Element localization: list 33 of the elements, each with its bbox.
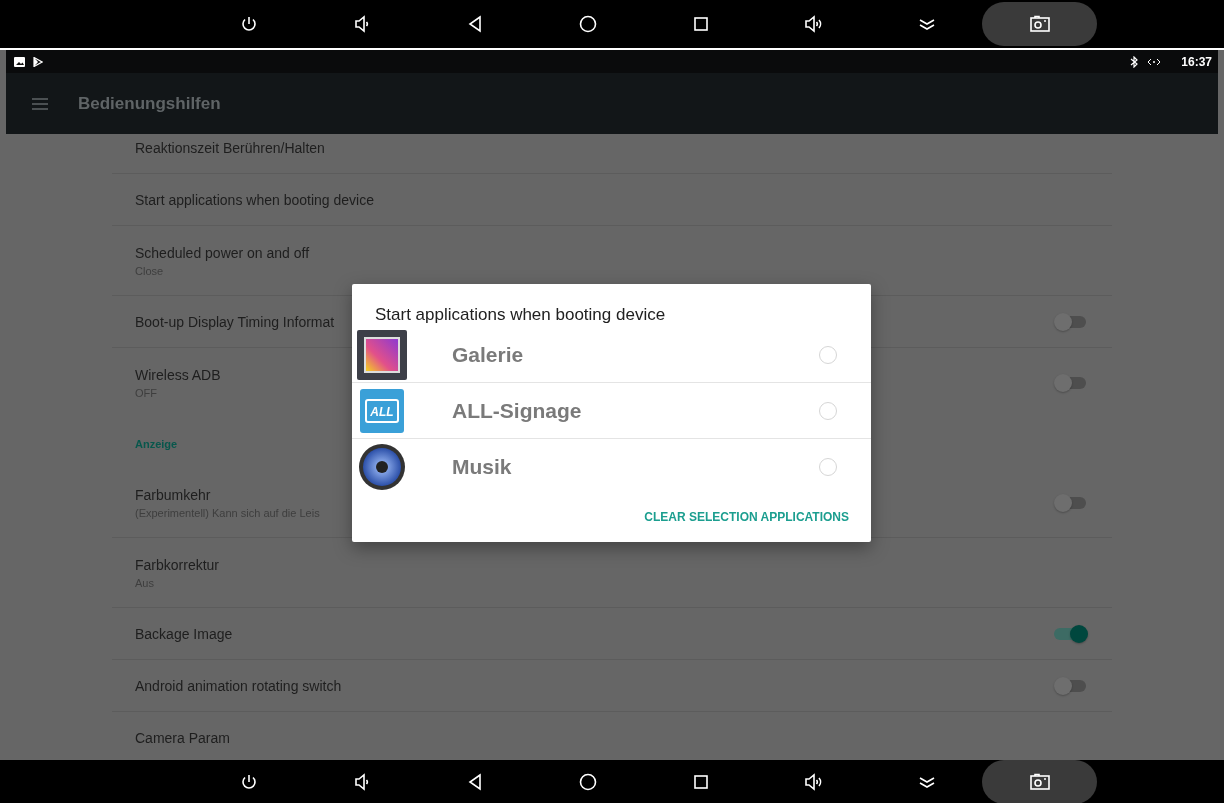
setting-title[interactable]: Scheduled power on and off bbox=[135, 244, 310, 261]
section-header: Anzeige bbox=[135, 438, 178, 450]
setting-title[interactable]: Android animation rotating switch bbox=[135, 677, 342, 694]
app-name: Musik bbox=[452, 454, 513, 479]
app-title: Bedienungshilfen bbox=[78, 93, 221, 114]
toggle-switch[interactable] bbox=[1054, 372, 1088, 394]
play-icon bbox=[33, 56, 43, 67]
screenshot-button[interactable] bbox=[982, 2, 1097, 46]
setting-title[interactable]: Start applications when booting device bbox=[135, 191, 374, 208]
image-icon bbox=[14, 56, 25, 67]
app-name: Galerie bbox=[452, 342, 525, 367]
setting-title[interactable]: Farbumkehr bbox=[135, 486, 211, 503]
app-name: ALL-Signage bbox=[452, 398, 583, 423]
screenshot-button[interactable] bbox=[982, 759, 1097, 803]
data-transfer-icon bbox=[1147, 56, 1162, 67]
app-option[interactable]: ALL ALL-Signage bbox=[352, 383, 871, 439]
setting-title[interactable]: Camera Param bbox=[135, 729, 230, 746]
setting-title[interactable]: Reaktionszeit Berühren/Halten bbox=[135, 139, 325, 156]
gallery-app-icon bbox=[357, 329, 407, 380]
clear-selection-button[interactable]: CLEAR SELECTION APPLICATIONS bbox=[644, 506, 849, 528]
app-option[interactable]: Musik bbox=[352, 439, 871, 494]
app-option[interactable]: Galerie bbox=[352, 327, 871, 383]
camera-icon bbox=[1028, 13, 1051, 35]
speaker-app-icon bbox=[357, 442, 407, 491]
setting-title[interactable]: Wireless ADB bbox=[135, 367, 221, 383]
setting-title[interactable]: Farbkorrektur bbox=[135, 556, 220, 573]
setting-title[interactable]: Boot-up Display Timing Informat bbox=[135, 313, 335, 330]
status-time: 16:37 bbox=[1181, 54, 1212, 69]
signage-app-icon: ALL bbox=[357, 388, 407, 433]
menu-icon[interactable] bbox=[32, 97, 48, 110]
bluetooth-icon bbox=[1130, 55, 1140, 68]
dialog-title: Start applications when booting device bbox=[374, 305, 667, 325]
setting-title[interactable]: Backage Image bbox=[135, 625, 233, 642]
